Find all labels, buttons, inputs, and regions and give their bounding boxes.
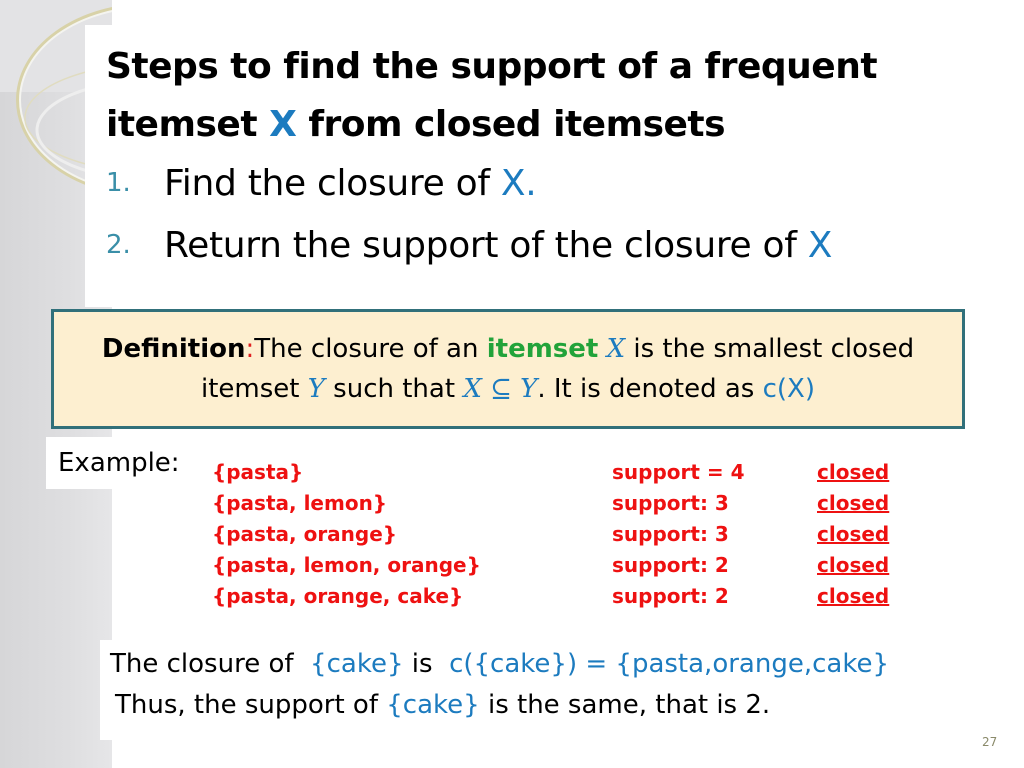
title-text: itemset xyxy=(106,104,270,145)
itemset-column: {pasta} {pasta, lemon} {pasta, orange} {… xyxy=(212,457,481,612)
itemset: {pasta} xyxy=(212,460,304,484)
support-value: support: 2 xyxy=(612,553,729,577)
definition-var-y: Y xyxy=(307,374,325,404)
itemset: {pasta, lemon} xyxy=(212,491,388,515)
status-column: closed closed closed closed closed xyxy=(817,457,889,612)
title-variable: X xyxy=(269,104,297,145)
conclusion-line-1: The closure of {cake} is c({cake}) = {pa… xyxy=(110,644,889,685)
definition-subset-expression: X ⊆ Y xyxy=(463,374,538,404)
definition-text: The closure of an xyxy=(254,334,487,364)
support-value: support = 4 xyxy=(612,460,745,484)
closed-status: closed xyxy=(817,460,890,484)
step-number: 2. xyxy=(106,230,131,260)
support-column: support = 4 support: 3 support: 3 suppor… xyxy=(612,457,745,612)
conclusion-expression: c({cake}) = {pasta,orange,cake} xyxy=(449,649,889,679)
closed-status: closed xyxy=(817,522,890,546)
step-variable: X xyxy=(807,224,833,266)
closed-status: closed xyxy=(817,553,890,577)
definition-notation: c(X) xyxy=(762,374,815,404)
definition-text: such that xyxy=(324,374,464,404)
definition-line-2: itemset Y such that X ⊆ Y. It is denoted… xyxy=(54,369,962,409)
conclusion-set: {cake} xyxy=(386,690,480,720)
definition-box: Definition:The closure of an itemset X i… xyxy=(51,309,965,429)
title-line-2: itemset X from closed itemsets xyxy=(106,96,986,154)
step-item: 2. Return the support of the closure of … xyxy=(106,214,832,276)
steps-list: 1. Find the closure of X. 2. Return the … xyxy=(106,152,832,276)
conclusion-text: The closure of xyxy=(110,649,311,679)
definition-highlight: itemset xyxy=(486,334,599,364)
page-number: 27 xyxy=(982,735,998,749)
itemset: {pasta, orange} xyxy=(212,522,398,546)
slide-title: Steps to find the support of a frequent … xyxy=(106,38,986,154)
step-text-body: Find the closure of xyxy=(164,162,501,204)
example-label: Example: xyxy=(46,437,186,489)
step-variable: X. xyxy=(500,162,537,204)
support-value: support: 3 xyxy=(612,522,729,546)
step-text: Return the support of the closure of X xyxy=(164,225,832,266)
closed-status: closed xyxy=(817,584,890,608)
step-text: Find the closure of X. xyxy=(164,162,537,204)
definition-text: is the smallest closed xyxy=(625,334,915,364)
conclusion-text: Thus, the support of xyxy=(115,690,387,720)
support-value: support: 3 xyxy=(612,491,729,515)
definition-text: itemset xyxy=(200,374,308,404)
conclusion: The closure of {cake} is c({cake}) = {pa… xyxy=(110,644,889,726)
conclusion-text: is xyxy=(403,649,450,679)
definition-line-1: Definition:The closure of an itemset X i… xyxy=(54,329,962,369)
support-value: support: 2 xyxy=(612,584,729,608)
definition-var-x: X xyxy=(606,334,626,364)
definition-colon: : xyxy=(245,334,255,364)
title-line-1: Steps to find the support of a frequent xyxy=(106,46,878,87)
definition-text: . It is denoted as xyxy=(537,374,763,404)
definition-label: Definition xyxy=(101,334,246,364)
step-number: 1. xyxy=(106,168,131,198)
closed-status: closed xyxy=(817,491,890,515)
itemset: {pasta, orange, cake} xyxy=(212,584,464,608)
conclusion-set: {cake} xyxy=(310,649,404,679)
itemset: {pasta, lemon, orange} xyxy=(212,553,481,577)
conclusion-text: is the same, that is 2. xyxy=(479,690,771,720)
conclusion-line-2: Thus, the support of {cake} is the same,… xyxy=(115,685,889,726)
step-text-body: Return the support of the closure of xyxy=(164,224,808,266)
step-item: 1. Find the closure of X. xyxy=(106,152,832,214)
title-text: from closed itemsets xyxy=(296,104,726,145)
